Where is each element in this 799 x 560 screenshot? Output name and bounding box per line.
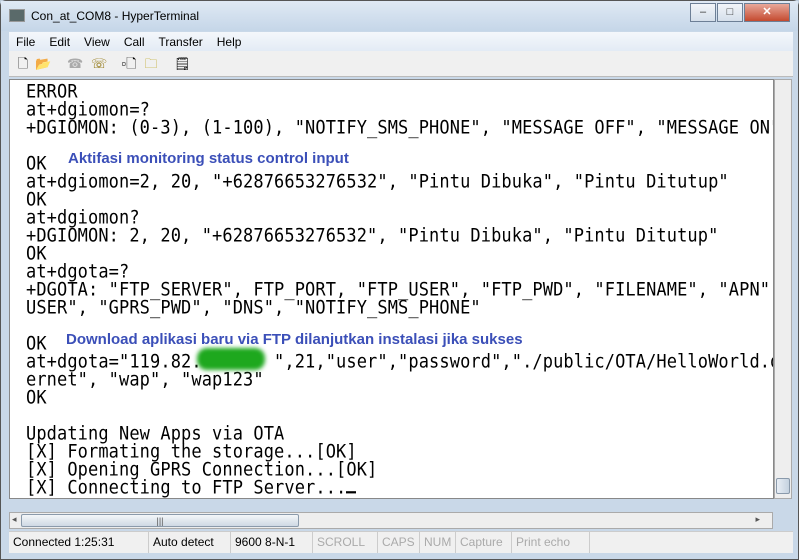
terminal-output[interactable]: Aktifasi monitoring status control input…	[9, 79, 774, 499]
status-num: NUM	[420, 532, 456, 553]
close-button[interactable]: ✕	[744, 3, 790, 22]
toolbar: 🗋 📂 ☎ ☏ ▫🗋 🗀 🗒	[9, 51, 793, 77]
menu-help[interactable]: Help	[210, 35, 249, 49]
horizontal-scroll-thumb[interactable]: |||	[21, 514, 299, 527]
window-title: Con_at_COM8 - HyperTerminal	[31, 9, 200, 23]
terminal-line: USER", "GPRS_PWD", "DNS", "NOTIFY_SMS_PH…	[26, 296, 481, 319]
scroll-right-arrow-icon[interactable]: ▸	[755, 514, 760, 525]
hyperterminal-window: Con_at_COM8 - HyperTerminal – □ ✕ File E…	[0, 0, 799, 560]
status-bar: Connected 1:25:31 Auto detect 9600 8-N-1…	[9, 531, 793, 553]
menu-view[interactable]: View	[77, 35, 117, 49]
menu-bar: File Edit View Call Transfer Help	[9, 32, 793, 51]
send-icon[interactable]: ▫🗋	[121, 56, 137, 72]
status-scroll: SCROLL	[313, 532, 378, 553]
horizontal-scrollbar[interactable]: ◂ ||| ▸	[9, 512, 773, 529]
terminal-line: [X] Connecting to FTP Server...	[26, 478, 357, 498]
menu-edit[interactable]: Edit	[42, 35, 77, 49]
status-detect: Auto detect	[149, 532, 231, 553]
terminal-line: at+dgiomon=2, 20, "+62876653276532", "Pi…	[26, 170, 729, 193]
scroll-left-arrow-icon[interactable]: ◂	[12, 514, 17, 525]
menu-file[interactable]: File	[9, 35, 42, 49]
status-caps: CAPS	[378, 532, 420, 553]
properties-icon[interactable]: 🗒	[174, 56, 191, 72]
terminal-line: OK	[26, 386, 47, 409]
call-icon[interactable]: ☎	[67, 56, 83, 72]
status-capture: Capture	[456, 532, 512, 553]
annotation-download: Download aplikasi baru via FTP dilanjutk…	[66, 331, 523, 348]
vertical-scroll-thumb[interactable]	[776, 478, 790, 494]
terminal-line: ernet", "wap", "wap123"	[26, 368, 264, 391]
status-connected: Connected 1:25:31	[9, 532, 149, 553]
vertical-scrollbar[interactable]	[774, 79, 792, 499]
annotation-monitoring: Aktifasi monitoring status control input	[68, 150, 349, 167]
terminal-line: +DGIOMON: (0-3), (1-100), "NOTIFY_SMS_PH…	[26, 116, 774, 139]
disconnect-icon[interactable]: ☏	[91, 56, 107, 72]
app-icon	[9, 9, 25, 22]
new-icon[interactable]: 🗋	[15, 56, 31, 72]
maximize-button[interactable]: □	[717, 3, 743, 22]
redacted-ip-mark	[197, 348, 265, 370]
menu-transfer[interactable]: Transfer	[152, 35, 210, 49]
status-port: 9600 8-N-1	[231, 532, 313, 553]
minimize-button[interactable]: –	[690, 3, 716, 22]
title-bar: Con_at_COM8 - HyperTerminal – □ ✕	[1, 1, 798, 31]
menu-call[interactable]: Call	[117, 35, 152, 49]
status-print-echo: Print echo	[512, 532, 590, 553]
receive-icon[interactable]: 🗀	[143, 56, 159, 72]
open-icon[interactable]: 📂	[35, 56, 51, 72]
text-cursor	[346, 491, 357, 494]
terminal-line: +DGIOMON: 2, 20, "+62876653276532", "Pin…	[26, 224, 719, 247]
